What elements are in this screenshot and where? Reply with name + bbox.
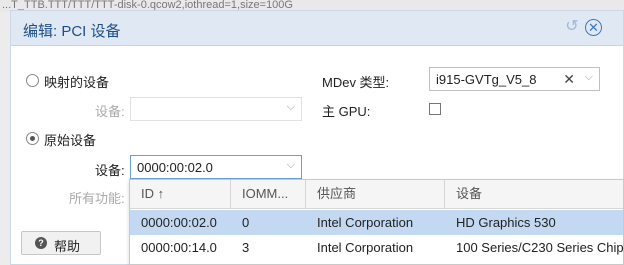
- table-row[interactable]: 0000:00:14.0 3 Intel Corporation 100 Ser…: [130, 235, 624, 260]
- column-header-device[interactable]: 设备: [445, 180, 624, 208]
- device-picker-dropdown: ID ↑ IOMM... 供应商 设备 0000:00:02.0 0 Intel…: [129, 179, 624, 265]
- cell-vendor: Intel Corporation: [317, 215, 414, 230]
- raw-device-radio[interactable]: [26, 132, 39, 145]
- chevron-down-icon: ⌵: [286, 101, 295, 113]
- primary-gpu-label: 主 GPU:: [322, 104, 371, 119]
- help-button[interactable]: ? 帮助: [21, 231, 101, 255]
- mdev-type-select[interactable]: i915-GVTg_V5_8 ✕ ⌵: [429, 67, 600, 91]
- column-header-iommu[interactable]: IOMM...: [231, 180, 306, 208]
- dialog-titlebar: 编辑: PCI 设备 ↺ ✕: [11, 11, 623, 46]
- column-header-vendor[interactable]: 供应商: [306, 180, 445, 208]
- chevron-down-icon[interactable]: ⌵: [585, 71, 593, 84]
- raw-device-select[interactable]: 0000:00:02.0 ⌵: [130, 155, 302, 179]
- chevron-down-icon: ⌵: [286, 159, 295, 171]
- mdev-type-label: MDev 类型:: [322, 75, 390, 90]
- cell-iommu: 0: [242, 215, 250, 230]
- cell-id: 0000:00:14.0: [141, 240, 217, 255]
- cell-iommu: 3: [242, 240, 250, 255]
- close-icon[interactable]: ✕: [585, 19, 602, 36]
- raw-device-option-label: 原始设备: [44, 133, 97, 148]
- mapped-device-option-label: 映射的设备: [44, 75, 110, 90]
- clear-icon[interactable]: ✕: [563, 71, 575, 88]
- primary-gpu-checkbox[interactable]: [429, 103, 441, 115]
- background-window-edge: [0, 12, 10, 265]
- question-icon: ?: [35, 237, 47, 249]
- cell-id: 0000:00:02.0: [141, 215, 217, 230]
- undo-icon[interactable]: ↺: [563, 18, 581, 36]
- table-row[interactable]: 0000:00:02.0 0 Intel Corporation HD Grap…: [130, 210, 623, 235]
- cell-vendor: Intel Corporation: [317, 240, 414, 255]
- mapped-device-radio[interactable]: [26, 74, 39, 87]
- device-table-header: ID ↑ IOMM... 供应商 设备: [130, 180, 623, 209]
- cell-device: 100 Series/C230 Series Chipset: [456, 240, 624, 255]
- all-functions-label: 所有功能:: [69, 191, 125, 206]
- mapped-device-label: 设备:: [95, 104, 125, 119]
- cell-device: HD Graphics 530: [456, 215, 556, 230]
- dialog-title: 编辑: PCI 设备: [23, 23, 121, 40]
- column-header-id[interactable]: ID ↑: [130, 180, 231, 208]
- raw-device-label: 设备:: [95, 163, 125, 178]
- mapped-device-select[interactable]: ⌵: [130, 97, 302, 121]
